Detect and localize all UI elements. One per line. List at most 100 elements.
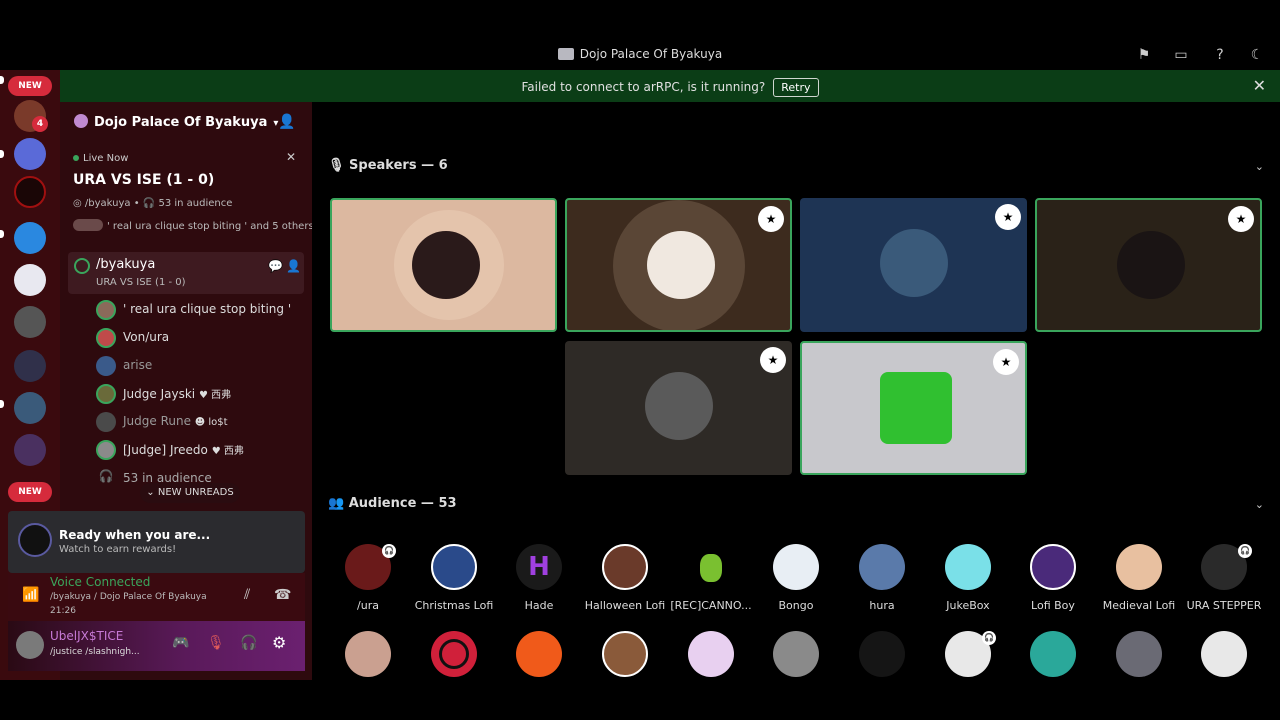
audience-member[interactable]: Lofi Boy (1010, 544, 1096, 624)
voice-location[interactable]: /byakuya / Dojo Palace Of Byakuya (50, 592, 207, 602)
server-icon[interactable] (14, 392, 46, 424)
inbox-icon[interactable]: ▭ (1172, 46, 1190, 64)
audience-member[interactable] (496, 631, 582, 711)
close-icon[interactable]: ✕ (1253, 76, 1266, 95)
retry-button[interactable]: Retry (773, 78, 819, 97)
member-name: Hade (524, 599, 554, 612)
audience-member[interactable] (1096, 631, 1182, 711)
audience-member[interactable] (325, 631, 411, 711)
moderator-icon: ★ (758, 206, 784, 232)
speakers-header[interactable]: 🎙 Speakers — 6 (328, 158, 448, 173)
new-pill-bottom[interactable]: NEW (8, 482, 52, 502)
banner-message: Failed to connect to arRPC, is it runnin… (521, 80, 766, 94)
audience-member[interactable]: JukeBox (925, 544, 1011, 624)
stage-meta: ◎ /byakuya • 🎧 53 in audience (73, 198, 233, 209)
audience-member[interactable] (582, 631, 668, 711)
audience-member[interactable]: H Hade (496, 544, 582, 624)
idle-icon[interactable]: ☾ (1248, 46, 1266, 64)
server-header[interactable]: Dojo Palace Of Byakuya ▾ (74, 114, 278, 130)
speaker-tile[interactable]: ★ (800, 341, 1027, 475)
speaker-tile[interactable]: ★ (565, 198, 792, 332)
gamepad-icon[interactable]: 🎮 (172, 635, 189, 651)
avatar[interactable] (16, 631, 44, 659)
user-status: /justice /slashnigh... (50, 647, 140, 657)
server-icon[interactable] (14, 176, 46, 208)
audience-member[interactable] (753, 631, 839, 711)
audience-header[interactable]: 👥 Audience — 53 (328, 496, 457, 511)
chevron-down-icon[interactable]: ⌄ (1255, 160, 1264, 173)
moderator-icon: ★ (1228, 206, 1254, 232)
chevron-down-icon[interactable]: ⌄ (1255, 498, 1264, 511)
stage-host: /byakuya (84, 198, 131, 209)
gear-icon[interactable]: ⚙ (272, 633, 286, 652)
flag-icon[interactable]: ⚑ (1135, 46, 1153, 64)
server-icon[interactable] (14, 350, 46, 382)
moderator-icon: ★ (760, 347, 786, 373)
stage-title[interactable]: URA VS ISE (1 - 0) (73, 172, 214, 188)
chat-icon[interactable]: 💬 (268, 259, 283, 273)
voice-status[interactable]: Voice Connected (50, 575, 150, 589)
disconnect-icon[interactable]: ☎ (274, 587, 291, 603)
new-pill-top[interactable]: NEW (8, 76, 52, 96)
audience-member[interactable]: Bongo (753, 544, 839, 624)
voice-panel: 📶 Voice Connected /byakuya / Dojo Palace… (8, 573, 305, 621)
invite-icon[interactable]: 👤 (286, 259, 301, 273)
signal-icon[interactable]: 📶 (22, 587, 39, 603)
audience-member[interactable]: Medieval Lofi (1096, 544, 1182, 624)
audience-member[interactable] (668, 631, 754, 711)
avatar (880, 372, 952, 444)
server-icon[interactable] (14, 222, 46, 254)
avatar (1030, 544, 1076, 590)
speaker-tile[interactable]: ★ (800, 198, 1027, 332)
invite-icon[interactable]: 👤 (278, 114, 295, 130)
stage-channel-item[interactable]: /byakuya URA VS ISE (1 - 0) 💬 👤 (68, 252, 304, 294)
mic-muted-icon[interactable]: 🎙 (207, 635, 225, 651)
server-icon[interactable] (14, 138, 46, 170)
avatar (945, 544, 991, 590)
audience-member[interactable]: [REC]CANNO... (668, 544, 754, 624)
help-icon[interactable]: ? (1211, 46, 1229, 64)
noise-suppression-icon[interactable]: ⫽ (244, 587, 250, 603)
speaker-tile[interactable]: ★ (565, 341, 792, 475)
avatar (96, 356, 116, 376)
stage-topic-text: ' real ura clique stop biting ' and 5 ot… (107, 221, 314, 232)
member-name: arise (123, 358, 153, 372)
avatar-stack (73, 219, 103, 231)
audience-member[interactable] (1010, 631, 1096, 711)
moderator-icon: ★ (993, 349, 1019, 375)
avatar (96, 300, 116, 320)
audience-member[interactable]: hura (839, 544, 925, 624)
avatar (96, 384, 116, 404)
audience-member[interactable]: Halloween Lofi (582, 544, 668, 624)
avatar (1201, 631, 1247, 677)
speaker-tile[interactable] (330, 198, 557, 332)
audience-member[interactable] (411, 631, 497, 711)
headphones-icon[interactable]: 🎧 (240, 635, 257, 651)
server-icon[interactable] (14, 264, 46, 296)
username[interactable]: UbelJX$TICE (50, 629, 123, 643)
audience-member[interactable]: 🎧 URA STEPPER (1181, 544, 1267, 624)
avatar (602, 544, 648, 590)
audience-member[interactable] (1181, 631, 1267, 711)
server-icon[interactable] (14, 434, 46, 466)
member-name: JukeBox (946, 599, 990, 612)
live-dot-icon (73, 155, 79, 161)
stage-channel-icon (74, 258, 90, 274)
server-icon[interactable] (14, 306, 46, 338)
window-title: Dojo Palace Of Byakuya (0, 47, 1280, 61)
avatar (1116, 631, 1162, 677)
headphones-icon: 🎧 (1238, 544, 1252, 558)
audience-member[interactable]: Christmas Lofi (411, 544, 497, 624)
avatar (688, 544, 734, 590)
unread-dot (0, 150, 4, 158)
audience-member[interactable]: 🎧 /ura (325, 544, 411, 624)
member-name: ' real ura clique stop biting ' (123, 302, 292, 316)
audience-member[interactable]: 🎧 (925, 631, 1011, 711)
title-bar: Dojo Palace Of Byakuya ⚑ ▭ ? ☾ (0, 40, 1280, 70)
speaker-tile[interactable]: ★ (1035, 198, 1262, 332)
rewards-promo[interactable]: Ready when you are... Watch to earn rewa… (8, 511, 305, 573)
mic-icon: 🎙 (328, 158, 350, 173)
new-unreads-button[interactable]: ⌄ NEW UNREADS (140, 483, 240, 503)
audience-member[interactable] (839, 631, 925, 711)
close-icon[interactable]: ✕ (286, 150, 296, 164)
